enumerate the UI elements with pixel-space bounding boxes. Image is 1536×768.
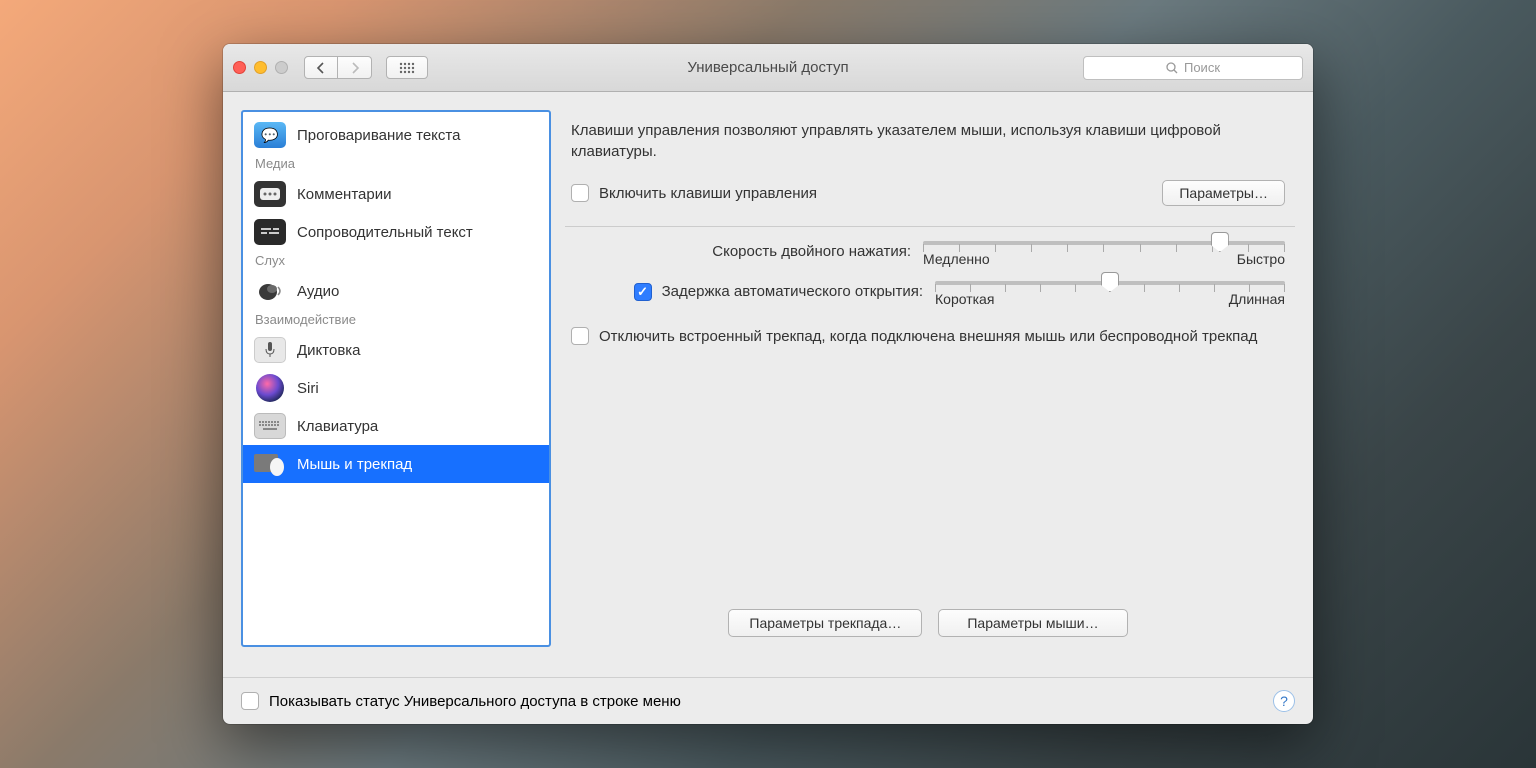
sidebar-section-hearing: Слух	[243, 251, 549, 272]
spring-loading-delay-label: Задержка автоматического открытия:	[662, 283, 923, 300]
sidebar-item-label: Клавиатура	[297, 418, 378, 435]
spring-loading-delay-checkbox[interactable]	[634, 283, 652, 301]
titlebar: Универсальный доступ Поиск	[223, 44, 1313, 92]
siri-icon	[256, 374, 284, 402]
sidebar-item-label: Проговаривание текста	[297, 127, 460, 144]
sidebar-item-keyboard[interactable]: Клавиатура	[243, 407, 549, 445]
ignore-trackpad-label: Отключить встроенный трекпад, когда подк…	[599, 327, 1257, 347]
back-button[interactable]	[304, 56, 338, 79]
sidebar-item-speech[interactable]: 💬 Проговаривание текста	[243, 116, 549, 154]
search-icon	[1166, 62, 1178, 74]
show-status-menubar-checkbox[interactable]	[241, 692, 259, 710]
double-click-speed-label: Скорость двойного нажатия:	[571, 243, 911, 260]
mouse-keys-options-button[interactable]: Параметры…	[1162, 180, 1285, 206]
slider-min-label: Медленно	[923, 251, 990, 267]
sidebar-item-captions[interactable]: Сопроводительный текст	[243, 213, 549, 251]
microphone-icon	[254, 337, 286, 363]
trackpad-options-button[interactable]: Параметры трекпада…	[728, 609, 922, 637]
sidebar-item-label: Сопроводительный текст	[297, 224, 473, 241]
minimize-icon[interactable]	[254, 61, 267, 74]
sidebar-item-comments[interactable]: Комментарии	[243, 175, 549, 213]
show-status-menubar-label: Показывать статус Универсального доступа…	[269, 693, 681, 710]
enable-mouse-keys-label: Включить клавиши управления	[599, 185, 817, 202]
sidebar-item-label: Аудио	[297, 283, 339, 300]
mouse-options-button[interactable]: Параметры мыши…	[938, 609, 1127, 637]
captions-icon	[254, 219, 286, 245]
comments-icon	[254, 181, 286, 207]
description-text: Клавиши управления позволяют управлять у…	[571, 120, 1285, 162]
divider	[565, 226, 1295, 227]
search-placeholder: Поиск	[1184, 60, 1220, 75]
enable-mouse-keys-checkbox[interactable]	[571, 184, 589, 202]
sidebar-item-label: Комментарии	[297, 186, 391, 203]
slider-max-label: Быстро	[1237, 251, 1285, 267]
sidebar-item-label: Мышь и трекпад	[297, 456, 412, 473]
speech-icon: 💬	[254, 122, 286, 148]
footer: Показывать статус Универсального доступа…	[223, 677, 1313, 724]
double-click-speed-slider[interactable]	[923, 241, 1285, 245]
keyboard-icon	[254, 413, 286, 439]
preferences-window: Универсальный доступ Поиск 💬 Проговарива…	[223, 44, 1313, 724]
close-icon[interactable]	[233, 61, 246, 74]
ignore-trackpad-checkbox[interactable]	[571, 327, 589, 345]
search-input[interactable]: Поиск	[1083, 56, 1303, 80]
forward-button	[338, 56, 372, 79]
audio-icon	[254, 278, 286, 304]
zoom-icon	[275, 61, 288, 74]
sidebar-item-label: Siri	[297, 380, 319, 397]
sidebar-item-label: Диктовка	[297, 342, 361, 359]
sidebar-item-audio[interactable]: Аудио	[243, 272, 549, 310]
slider-min-label: Короткая	[935, 291, 994, 307]
nav-buttons	[304, 56, 372, 79]
help-button[interactable]: ?	[1273, 690, 1295, 712]
spring-loading-delay-slider[interactable]	[935, 281, 1285, 285]
main-panel: Клавиши управления позволяют управлять у…	[565, 110, 1295, 647]
window-title: Универсальный доступ	[687, 59, 848, 76]
sidebar-section-interaction: Взаимодействие	[243, 310, 549, 331]
sidebar-section-media: Медиа	[243, 154, 549, 175]
traffic-lights	[233, 61, 288, 74]
show-all-button[interactable]	[386, 56, 428, 79]
sidebar[interactable]: 💬 Проговаривание текста Медиа Комментари…	[241, 110, 551, 647]
sidebar-item-siri[interactable]: Siri	[243, 369, 549, 407]
sidebar-item-mouse-trackpad[interactable]: Мышь и трекпад	[243, 445, 549, 483]
mouse-trackpad-icon	[253, 450, 287, 478]
sidebar-item-dictation[interactable]: Диктовка	[243, 331, 549, 369]
slider-max-label: Длинная	[1229, 291, 1285, 307]
